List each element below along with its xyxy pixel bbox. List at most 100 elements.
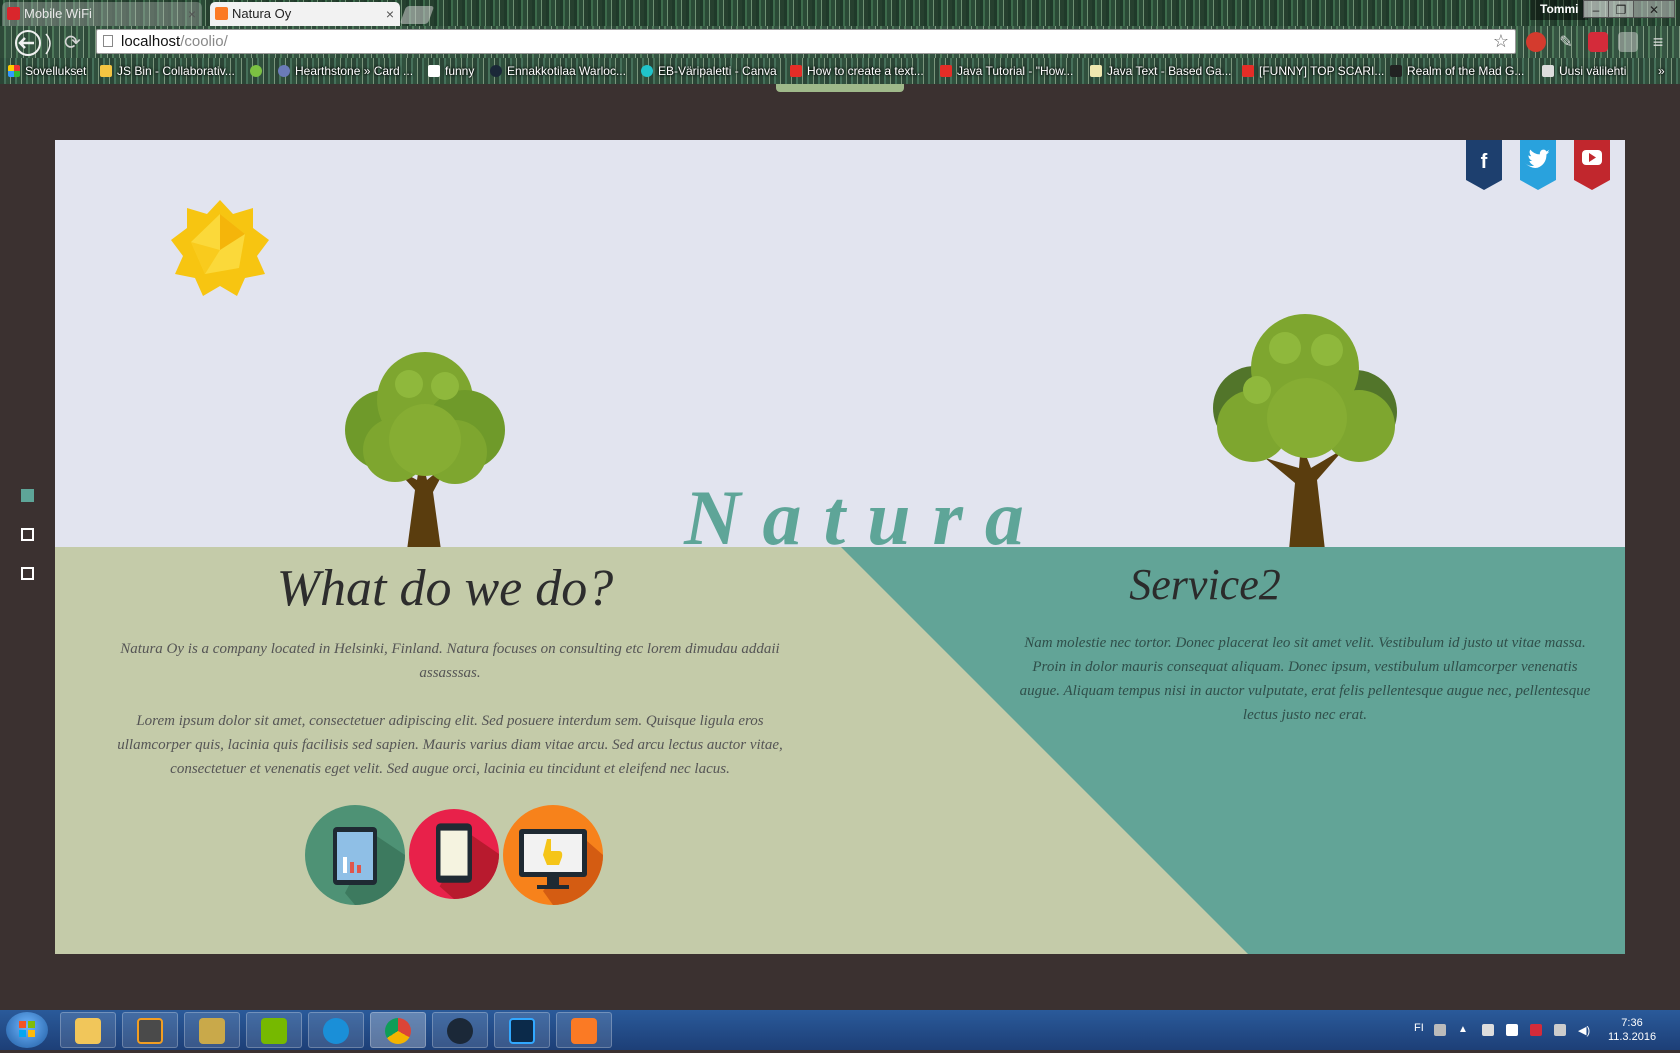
bookmark-label: funny <box>445 64 475 78</box>
profile-name[interactable]: Tommi <box>1530 0 1589 20</box>
extension-icon[interactable] <box>1526 32 1546 52</box>
clock[interactable]: 7:36 11.3.2016 <box>1596 1016 1668 1044</box>
realm-icon <box>1390 65 1402 77</box>
language-indicator[interactable]: FI <box>1414 1022 1424 1034</box>
content-section: What do we do? Natura Oy is a company lo… <box>55 547 1625 954</box>
bookmark-java-text[interactable]: Java Text - Based Ga... <box>1090 62 1232 80</box>
green-dot-icon <box>250 65 262 77</box>
copy-extension-icon[interactable] <box>1618 32 1638 52</box>
tablet-chart-icon <box>305 805 405 905</box>
windows-update-icon[interactable] <box>1506 1024 1518 1036</box>
chrome-icon <box>385 1018 411 1044</box>
tree-icon <box>1213 314 1397 547</box>
apps-grid-icon <box>8 65 20 77</box>
keyboard-icon[interactable] <box>1434 1024 1446 1036</box>
page-icon <box>103 35 113 47</box>
taskbar-photoshop[interactable] <box>494 1012 550 1048</box>
back-button[interactable] <box>6 28 62 58</box>
reload-icon[interactable]: ⟳ <box>64 30 81 55</box>
bookmark-green[interactable] <box>250 62 267 80</box>
bookmark-label: Java Text - Based Ga... <box>1107 64 1232 78</box>
taskbar-xampp[interactable] <box>556 1012 612 1048</box>
sun-icon <box>171 200 269 296</box>
url-path: /coolio/ <box>180 33 228 50</box>
bookmark-label: Java Tutorial - "How... <box>957 64 1074 78</box>
taskbar-league[interactable] <box>184 1012 240 1048</box>
windows-logo-icon <box>19 1021 35 1037</box>
maximize-button[interactable]: ❐ <box>1608 0 1634 18</box>
tab-mobile-wifi[interactable]: Mobile WiFi × <box>2 2 202 26</box>
canva-icon <box>641 65 653 77</box>
nav-dot-1[interactable] <box>21 489 34 502</box>
taskbar-battlenet[interactable] <box>308 1012 364 1048</box>
bookmark-java-tutorial[interactable]: Java Tutorial - "How... <box>940 62 1073 80</box>
jsbin-icon <box>100 65 112 77</box>
nav-dot-2[interactable] <box>21 528 34 541</box>
bookmark-warlock[interactable]: Ennakkotilaa Warloc... <box>490 62 626 80</box>
top-tab-indicator[interactable] <box>776 84 904 92</box>
bookmarks-bar: Sovellukset JS Bin - Collaborativ... Hea… <box>0 58 1680 84</box>
reddit-icon <box>428 65 440 77</box>
brand-title: Natura <box>684 474 1046 548</box>
bookmark-canva[interactable]: EB-Väripaletti - Canva <box>641 62 777 80</box>
taskbar-steam[interactable] <box>432 1012 488 1048</box>
minimize-button[interactable]: – <box>1583 0 1609 18</box>
taskbar-chrome[interactable] <box>370 1012 426 1048</box>
bookmark-star-icon[interactable]: ☆ <box>1493 30 1509 53</box>
tab-label: Mobile WiFi <box>24 6 92 21</box>
battlenet-icon <box>323 1018 349 1044</box>
back-icon <box>15 30 51 56</box>
youtube-icon <box>790 65 802 77</box>
new-tab-button[interactable] <box>399 6 435 24</box>
volume-icon[interactable]: ◀) <box>1578 1024 1590 1037</box>
address-bar[interactable]: localhost/coolio/ ☆ <box>96 29 1516 54</box>
bookmark-scari[interactable]: [FUNNY] TOP SCARI... <box>1242 62 1384 80</box>
xampp-icon <box>215 7 228 20</box>
show-hidden-icons[interactable]: ▲ <box>1458 1024 1470 1036</box>
start-button[interactable] <box>6 1012 48 1048</box>
bookmark-label: [FUNNY] TOP SCARI... <box>1259 64 1385 78</box>
league-icon <box>199 1018 225 1044</box>
bookmark-youtube-text[interactable]: How to create a text... <box>790 62 924 80</box>
bookmark-realm[interactable]: Realm of the Mad G... <box>1390 62 1524 80</box>
section1-title: What do we do? <box>276 560 614 617</box>
menu-icon[interactable]: ≡ <box>1648 32 1668 52</box>
nav-dot-3[interactable] <box>21 567 34 580</box>
bookmark-apps[interactable]: Sovellukset <box>8 62 86 80</box>
steam-icon <box>490 65 502 77</box>
twitter-icon[interactable] <box>1520 140 1556 190</box>
bookmark-hearthstone[interactable]: Hearthstone » Card ... <box>278 62 413 80</box>
bookmark-new-tab[interactable]: Uusi välilehti <box>1542 62 1626 80</box>
huawei-icon <box>7 7 20 20</box>
taskbar-sublime[interactable] <box>122 1012 178 1048</box>
bookmark-label: Hearthstone » Card ... <box>295 64 414 78</box>
window-close-button[interactable]: ✕ <box>1633 0 1675 18</box>
clock-time: 7:36 <box>1621 1017 1643 1029</box>
tab-label: Natura Oy <box>232 6 292 21</box>
folder-icon <box>75 1018 101 1044</box>
taskbar-explorer[interactable] <box>60 1012 116 1048</box>
sublime-icon <box>137 1018 163 1044</box>
avast-extension-icon[interactable] <box>1588 32 1608 52</box>
avast-icon[interactable] <box>1530 1024 1542 1036</box>
phone-icon <box>409 809 499 899</box>
pen-extension-icon[interactable]: ✎ <box>1556 32 1576 52</box>
taskbar-nvidia[interactable] <box>246 1012 302 1048</box>
section1-body: Lorem ipsum dolor sit amet, consectetuer… <box>117 713 783 777</box>
bookmarks-overflow-icon[interactable]: » <box>1658 62 1665 80</box>
youtube-icon[interactable] <box>1574 140 1610 190</box>
bookmark-jsbin[interactable]: JS Bin - Collaborativ... <box>100 62 235 80</box>
bookmark-label: Uusi välilehti <box>1559 64 1627 78</box>
bookmark-label: Sovellukset <box>25 64 87 78</box>
facebook-icon[interactable]: f <box>1466 140 1502 190</box>
bookmark-funny[interactable]: funny <box>428 62 474 80</box>
nvidia-icon <box>261 1018 287 1044</box>
network-icon[interactable] <box>1554 1024 1566 1036</box>
close-icon[interactable]: × <box>188 2 196 26</box>
close-icon[interactable]: × <box>386 2 394 26</box>
tree-icon <box>345 352 505 547</box>
tab-natura-oy[interactable]: Natura Oy × <box>210 2 400 26</box>
section2-body: Nam molestie nec tortor. Donec placerat … <box>1019 635 1591 723</box>
steam-icon <box>447 1018 473 1044</box>
flag-icon[interactable] <box>1482 1024 1494 1036</box>
